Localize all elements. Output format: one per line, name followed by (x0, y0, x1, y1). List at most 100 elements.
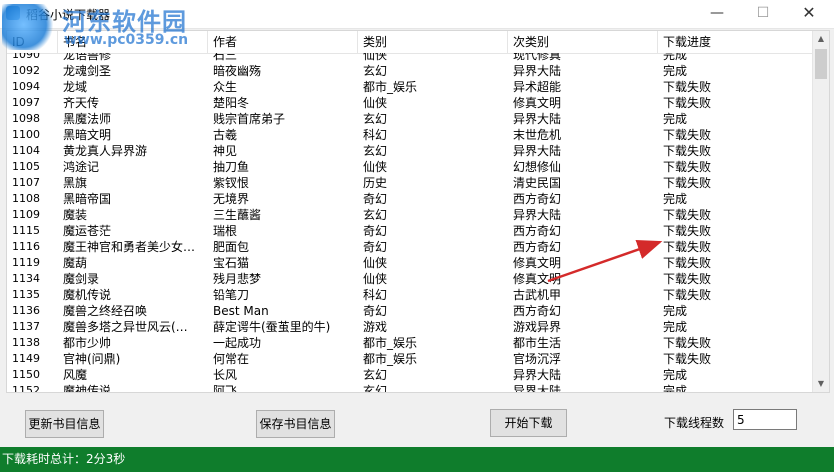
thread-count-input[interactable] (733, 409, 797, 430)
cell-category: 奇幻 (363, 224, 388, 238)
table-row[interactable]: 1098 黑魔法师 贱宗首席弟子 玄幻 异界大陆 完成 (7, 111, 813, 127)
cell-progress: 完成 (663, 320, 688, 334)
cell-author: 暗夜幽殇 (213, 64, 262, 78)
cell-category: 科幻 (363, 288, 388, 302)
table-row[interactable]: 1107 黑旗 紫钗恨 历史 清史民国 下载失败 (7, 175, 813, 191)
cell-progress: 完成 (663, 304, 688, 318)
cell-title: 魔兽多塔之异世风云(… (63, 320, 188, 334)
cell-subcategory: 都市生活 (513, 336, 562, 350)
table-row[interactable]: 1105 鸿途记 抽刀鱼 仙侠 幻想修仙 下载失败 (7, 159, 813, 175)
cell-subcategory: 西方奇幻 (513, 192, 562, 206)
scroll-down-icon[interactable]: ▼ (813, 376, 829, 392)
table-row[interactable]: 1134 魔剑录 残月悲梦 仙侠 修真文明 下载失败 (7, 271, 813, 287)
close-button[interactable]: ✕ (786, 0, 832, 28)
cell-title: 魔兽之终经召唤 (63, 304, 148, 318)
cell-progress: 下载失败 (663, 160, 712, 174)
cell-progress: 下载失败 (663, 176, 712, 190)
cell-category: 玄幻 (363, 384, 388, 392)
cell-subcategory: 清史民国 (513, 176, 562, 190)
table-row[interactable]: 1109 魔装 三生蘸酱 玄幻 异界大陆 下载失败 (7, 207, 813, 223)
maximize-button[interactable]: ☐ (740, 0, 786, 28)
column-header-subcategory[interactable]: 次类别 (508, 31, 658, 53)
status-text: 下载耗时总计：2分3秒 (2, 452, 126, 466)
cell-author: 宝石猫 (213, 256, 250, 270)
cell-category: 奇幻 (363, 240, 388, 254)
cell-title: 魔剑录 (63, 272, 100, 286)
start-download-button[interactable]: 开始下载 (490, 409, 567, 437)
cell-progress: 下载失败 (663, 128, 712, 142)
cell-subcategory: 幻想修仙 (513, 160, 562, 174)
cell-progress: 下载失败 (663, 336, 712, 350)
cell-category: 奇幻 (363, 192, 388, 206)
cell-id: 1104 (12, 144, 40, 157)
cell-author: 瑞根 (213, 224, 238, 238)
column-header-progress[interactable]: 下载进度 (658, 31, 813, 53)
table-row[interactable]: 1104 黄龙真人异界游 神见 玄幻 异界大陆 下载失败 (7, 143, 813, 159)
list-rows: 1090 龙语兽修 石三 仙侠 现代修真 完成 1092 龙魂剑圣 暗夜幽殇 玄幻 异界大陆 完成 10… (7, 53, 813, 392)
cell-progress: 下载失败 (663, 272, 712, 286)
cell-progress: 完成 (663, 192, 688, 206)
table-row[interactable]: 1115 魔运苍茫 瑞根 奇幻 西方奇幻 下载失败 (7, 223, 813, 239)
cell-author: 贱宗首席弟子 (213, 112, 286, 126)
cell-category: 仙侠 (363, 96, 388, 110)
cell-id: 1109 (12, 208, 40, 221)
table-row[interactable]: 1152 魔神传说 阿飞 玄幻 异界大陆 完成 (7, 383, 813, 392)
table-row[interactable]: 1119 魔葫 宝石猫 仙侠 修真文明 下载失败 (7, 255, 813, 271)
cell-title: 黑暗帝国 (63, 192, 112, 206)
watermark-url: www.pc0359.cn (64, 32, 189, 48)
table-row[interactable]: 1138 都市少帅 一起成功 都市_娱乐 都市生活 下载失败 (7, 335, 813, 351)
cell-category: 仙侠 (363, 272, 388, 286)
cell-id: 1116 (12, 240, 40, 253)
vertical-scrollbar[interactable]: ▲ ▼ (812, 31, 829, 392)
cell-author: 众生 (213, 80, 238, 94)
scroll-thumb[interactable] (815, 49, 827, 79)
table-row[interactable]: 1108 黑暗帝国 无境界 奇幻 西方奇幻 完成 (7, 191, 813, 207)
cell-subcategory: 异界大陆 (513, 64, 562, 78)
cell-subcategory: 现代修真 (513, 53, 562, 62)
column-header-category[interactable]: 类别 (358, 31, 508, 53)
cell-title: 风魔 (63, 368, 88, 382)
cell-subcategory: 官场沉浮 (513, 352, 562, 366)
table-row[interactable]: 1149 官神(问鼎) 何常在 都市_娱乐 官场沉浮 下载失败 (7, 351, 813, 367)
save-catalog-button[interactable]: 保存书目信息 (256, 410, 335, 438)
cell-author: 紫钗恨 (213, 176, 250, 190)
watermark-logo-icon (2, 4, 56, 50)
book-list[interactable]: ID 书名 作者 类别 次类别 下载进度 1090龙语兽修石三仙侠现代修真完成1… (6, 30, 830, 393)
table-row[interactable]: 1150 风魔 长风 玄幻 异界大陆 完成 (7, 367, 813, 383)
cell-title: 齐天传 (63, 96, 100, 110)
cell-subcategory: 西方奇幻 (513, 224, 562, 238)
cell-subcategory: 西方奇幻 (513, 240, 562, 254)
cell-subcategory: 异界大陆 (513, 144, 562, 158)
scroll-up-icon[interactable]: ▲ (813, 31, 829, 47)
cell-author: Best Man (213, 304, 269, 318)
cell-id: 1097 (12, 96, 40, 109)
cell-progress: 下载失败 (663, 240, 712, 254)
cell-progress: 下载失败 (663, 352, 712, 366)
table-row[interactable]: 1137 魔兽多塔之异世风云(… 薛定谔牛(蚕茧里的牛) 游戏 游戏异界 完成 (7, 319, 813, 335)
cell-category: 玄幻 (363, 368, 388, 382)
cell-title: 黑旗 (63, 176, 88, 190)
cell-subcategory: 异界大陆 (513, 368, 562, 382)
table-row[interactable]: 1090 龙语兽修 石三 仙侠 现代修真 完成 (7, 53, 813, 63)
table-row[interactable]: 1094 龙域 众生 都市_娱乐 异术超能 下载失败 (7, 79, 813, 95)
cell-category: 仙侠 (363, 160, 388, 174)
table-row[interactable]: 1136 魔兽之终经召唤 Best Man 奇幻 西方奇幻 完成 (7, 303, 813, 319)
column-header-author[interactable]: 作者 (208, 31, 358, 53)
minimize-button[interactable]: — (694, 0, 740, 28)
update-catalog-button[interactable]: 更新书目信息 (25, 410, 104, 438)
cell-category: 玄幻 (363, 112, 388, 126)
cell-author: 一起成功 (213, 336, 262, 350)
cell-title: 龙魂剑圣 (63, 64, 112, 78)
table-row[interactable]: 1092 龙魂剑圣 暗夜幽殇 玄幻 异界大陆 完成 (7, 63, 813, 79)
cell-title: 黄龙真人异界游 (63, 144, 148, 158)
cell-category: 都市_娱乐 (363, 80, 418, 94)
cell-id: 1094 (12, 80, 40, 93)
table-row[interactable]: 1097 齐天传 楚阳冬 仙侠 修真文明 下载失败 (7, 95, 813, 111)
table-row[interactable]: 1135 魔机传说 铅笔刀 科幻 古武机甲 下载失败 (7, 287, 813, 303)
cell-subcategory: 异术超能 (513, 80, 562, 94)
table-row[interactable]: 1100 黑暗文明 古羲 科幻 末世危机 下载失败 (7, 127, 813, 143)
cell-subcategory: 末世危机 (513, 128, 562, 142)
cell-author: 古羲 (213, 128, 238, 142)
table-row[interactable]: 1116 魔王神官和勇者美少女… 肥面包 奇幻 西方奇幻 下载失败 (7, 239, 813, 255)
cell-title: 魔装 (63, 208, 88, 222)
